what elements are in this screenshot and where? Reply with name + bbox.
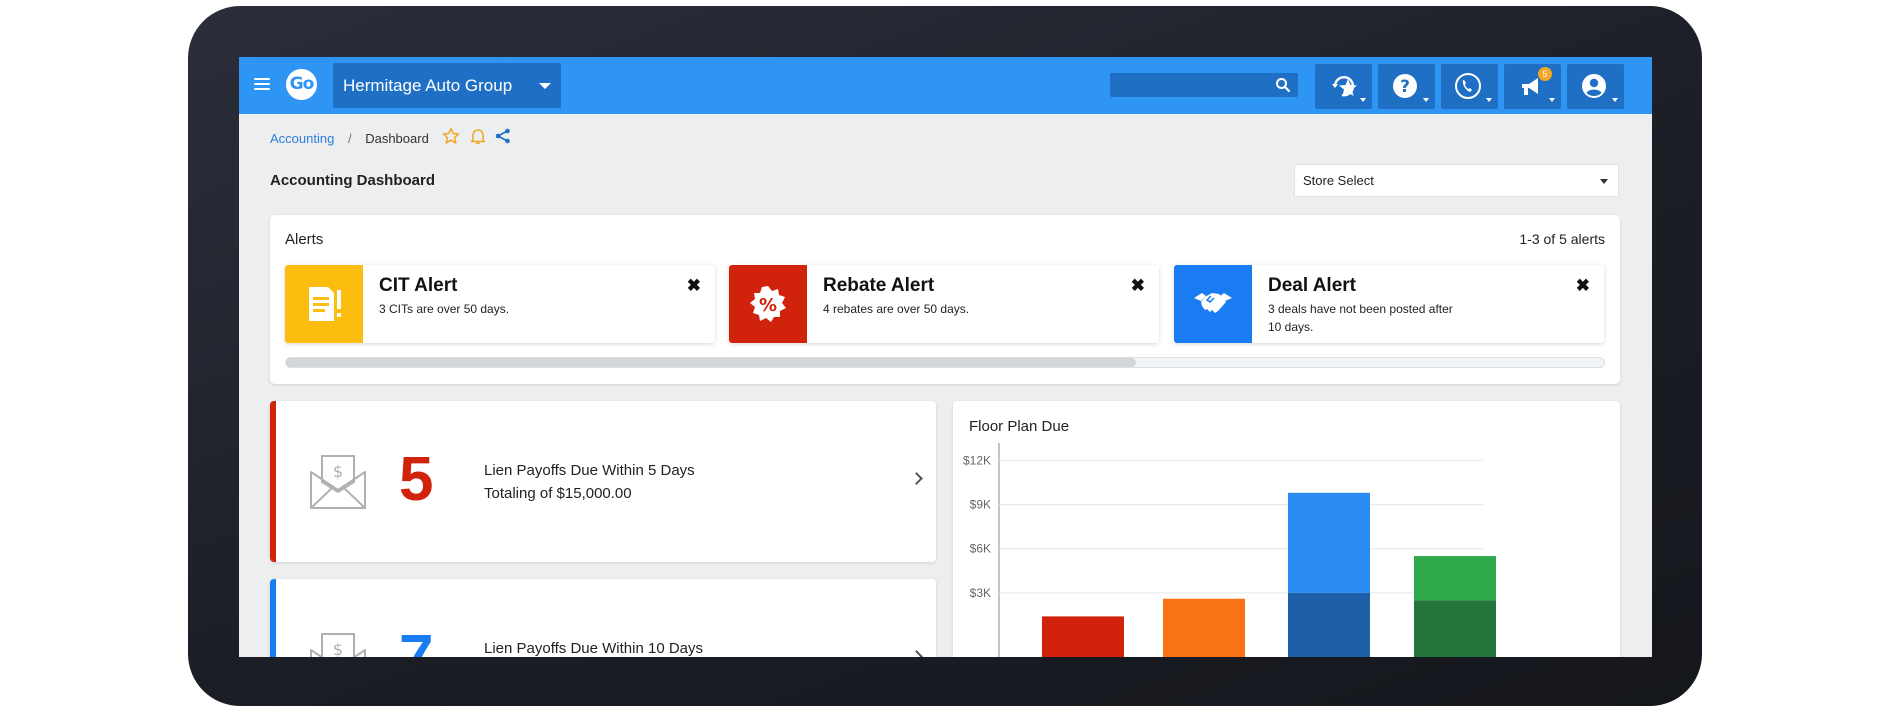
chart-bar[interactable] — [1414, 556, 1496, 601]
chart-bar[interactable] — [1288, 592, 1370, 657]
svg-text:%: % — [759, 295, 777, 316]
floor-plan-bar-chart: $12K $9K $6K $3K — [963, 443, 1496, 657]
alert-card-cit[interactable]: CIT Alert 3 CITs are over 50 days. ✖ — [285, 265, 715, 343]
alert-card-deal[interactable]: Deal Alert 3 deals have not been posted … — [1174, 265, 1604, 343]
close-icon[interactable]: ✖ — [1576, 276, 1590, 296]
store-select[interactable]: Store Select — [1294, 164, 1619, 197]
document-alert-icon — [309, 287, 341, 321]
chevron-down-icon — [1549, 98, 1555, 102]
chevron-right-icon[interactable] — [910, 650, 923, 657]
y-tick-label: $9K — [970, 498, 991, 512]
money-envelope-icon: $ — [310, 633, 366, 657]
svg-text:$: $ — [333, 640, 343, 657]
app-screen: Go Hermitage Auto Group ? 5 Accounting /… — [239, 57, 1652, 657]
alert-icon-box — [1174, 265, 1252, 343]
breadcrumb-accounting-link[interactable]: Accounting — [270, 131, 334, 146]
floor-plan-chart-panel: Floor Plan Due $12K $9K $6K $3K — [953, 401, 1620, 657]
kpi-card-lien-10-days[interactable]: $ 7 Lien Payoffs Due Within 10 Days — [270, 579, 936, 657]
breadcrumb-separator: / — [347, 131, 352, 146]
alert-description: 4 rebates are over 50 days. — [823, 302, 970, 316]
search-input[interactable] — [1110, 73, 1298, 97]
alert-icon-box — [285, 265, 363, 343]
alert-title: Deal Alert — [1268, 275, 1356, 296]
kpi-accent-bar — [270, 401, 276, 562]
chevron-down-icon — [539, 83, 551, 89]
chevron-down-icon — [1612, 98, 1618, 102]
help-button[interactable]: ? — [1378, 64, 1435, 109]
kpi-card-lien-5-days[interactable]: $ 5 Lien Payoffs Due Within 5 Days Total… — [270, 401, 936, 562]
y-tick-label: $3K — [970, 586, 991, 600]
bell-icon[interactable] — [469, 127, 487, 145]
notification-badge: 5 — [1538, 67, 1552, 81]
chart-bar[interactable] — [1042, 616, 1124, 657]
help-icon: ? — [1393, 74, 1417, 98]
y-tick-label: $6K — [970, 542, 991, 556]
kpi-label: Lien Payoffs Due Within 5 Days — [484, 462, 695, 479]
close-icon[interactable]: ✖ — [687, 276, 701, 296]
kpi-number: 7 — [399, 623, 433, 657]
chart-bar[interactable] — [1414, 600, 1496, 657]
history-star-icon — [1332, 76, 1357, 97]
chevron-down-icon — [1423, 98, 1429, 102]
handshake-icon — [1194, 293, 1232, 313]
y-tick-label: $12K — [963, 453, 991, 467]
alerts-title: Alerts — [285, 231, 324, 248]
star-icon[interactable] — [442, 127, 460, 145]
chevron-right-icon[interactable] — [910, 472, 923, 485]
chart-bar[interactable] — [1163, 598, 1245, 657]
breadcrumb-current: Dashboard — [365, 131, 429, 146]
page-title: Accounting Dashboard — [270, 172, 436, 189]
hamburger-menu-icon[interactable] — [254, 78, 270, 92]
svg-text:?: ? — [1400, 77, 1410, 97]
percent-badge-icon: % — [750, 286, 786, 322]
alert-description: 3 CITs are over 50 days. — [379, 302, 510, 316]
search-icon[interactable] — [1275, 77, 1291, 93]
kpi-accent-bar — [270, 579, 276, 657]
notifications-button[interactable]: 5 — [1504, 64, 1561, 109]
alerts-count: 1-3 of 5 alerts — [1519, 231, 1605, 247]
favorites-button[interactable] — [1315, 64, 1372, 109]
user-avatar-icon — [1582, 74, 1606, 98]
chevron-down-icon — [1600, 179, 1608, 184]
close-icon[interactable]: ✖ — [1131, 276, 1145, 296]
share-icon[interactable] — [494, 127, 512, 145]
user-menu-button[interactable] — [1567, 64, 1624, 109]
alert-description: 3 deals have not been posted after 10 da… — [1268, 302, 1453, 334]
alert-title: CIT Alert — [379, 275, 458, 296]
scrollbar-thumb[interactable] — [286, 358, 1136, 367]
alerts-panel: Alerts 1-3 of 5 alerts CIT Alert 3 CITs … — [270, 215, 1620, 384]
app-logo[interactable]: Go — [286, 69, 317, 100]
breadcrumb: Accounting / Dashboard — [270, 131, 429, 146]
store-select-label: Store Select — [1303, 173, 1374, 188]
money-envelope-icon: $ — [310, 455, 366, 509]
chevron-down-icon — [1486, 98, 1492, 102]
alert-icon-box: % — [729, 265, 807, 343]
top-navbar: Go Hermitage Auto Group ? 5 — [239, 57, 1652, 114]
store-name: Hermitage Auto Group — [343, 76, 513, 95]
alert-card-rebate[interactable]: % Rebate Alert 4 rebates are over 50 day… — [729, 265, 1159, 343]
alerts-scrollbar[interactable] — [285, 357, 1605, 368]
chart-bar[interactable] — [1288, 492, 1370, 593]
phone-button[interactable] — [1441, 64, 1498, 109]
kpi-sublabel: Totaling of $15,000.00 — [484, 485, 632, 502]
kpi-label: Lien Payoffs Due Within 10 Days — [484, 640, 704, 657]
phone-icon — [1455, 73, 1481, 99]
alert-title: Rebate Alert — [823, 275, 935, 296]
svg-text:$: $ — [333, 462, 343, 481]
kpi-number: 5 — [399, 445, 434, 514]
chevron-down-icon — [1360, 98, 1366, 102]
store-dropdown[interactable]: Hermitage Auto Group — [333, 63, 561, 108]
